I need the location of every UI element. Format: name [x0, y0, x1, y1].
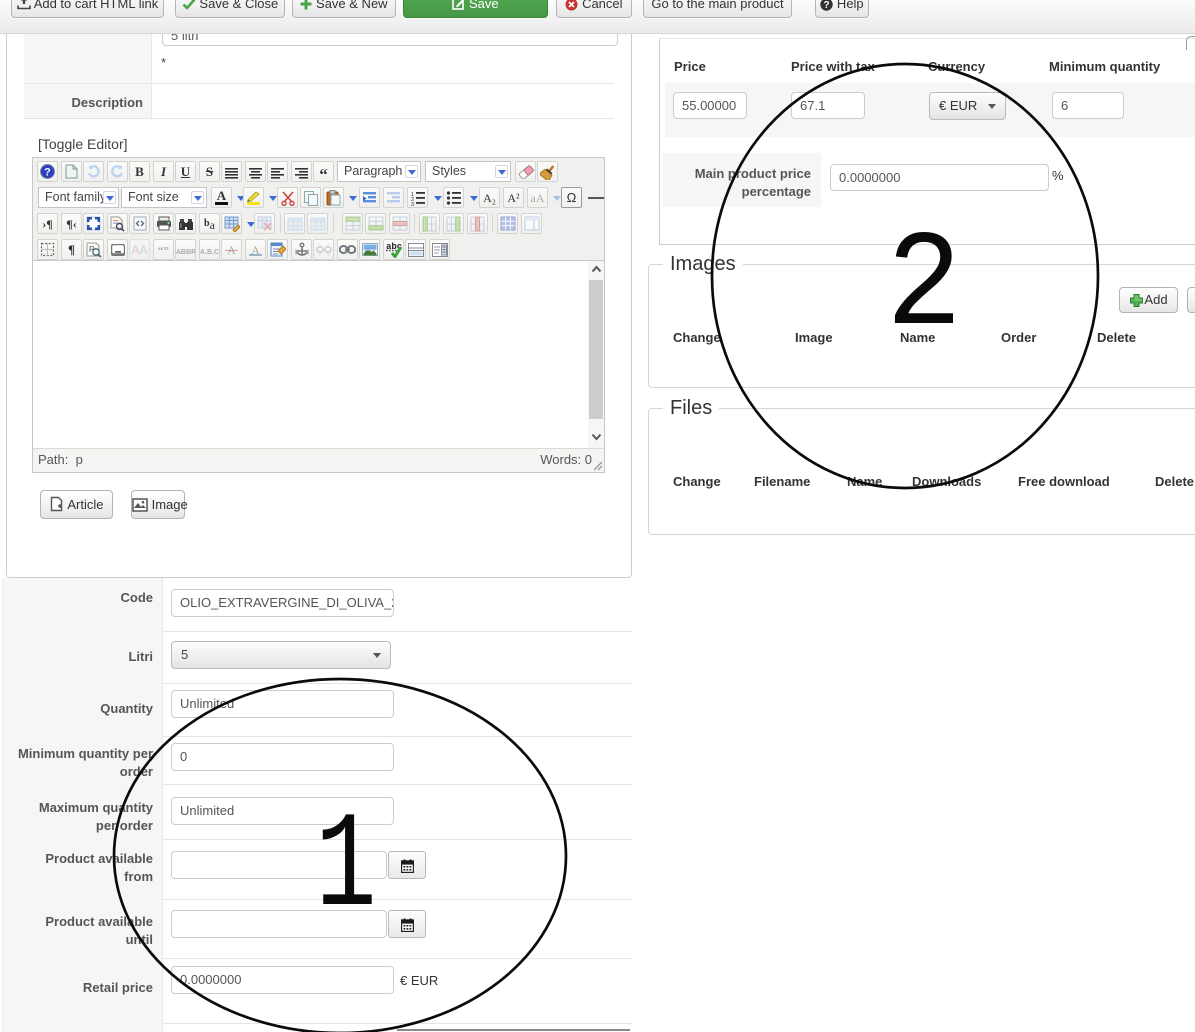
svg-text:1: 1 [315, 792, 376, 946]
svg-text:2: 2 [886, 211, 962, 364]
